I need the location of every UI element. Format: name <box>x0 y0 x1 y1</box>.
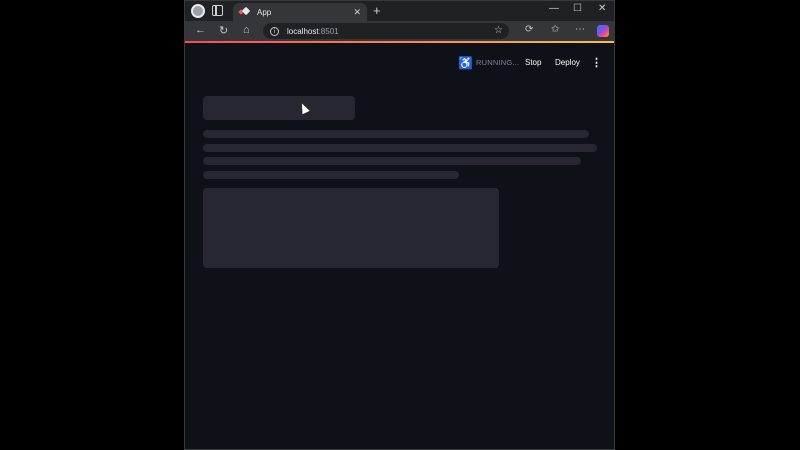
skeleton-line <box>203 171 459 179</box>
url-host: localhost <box>287 26 319 36</box>
favorites-icon[interactable]: ✩ <box>551 24 559 35</box>
skeleton-block <box>203 188 499 268</box>
running-man-icon: ♿ <box>458 56 473 70</box>
address-bar[interactable]: i localhost:8501 ☆ <box>263 23 509 39</box>
app-header: ♿ RUNNING... Stop Deploy ⋮ <box>185 43 614 83</box>
copilot-icon[interactable] <box>597 25 609 37</box>
tab-title: App <box>257 7 272 17</box>
tabs-icon[interactable] <box>212 5 223 16</box>
minimize-icon[interactable]: — <box>549 3 559 14</box>
window-close-icon[interactable]: ✕ <box>598 3 606 14</box>
reload-icon[interactable]: ↻ <box>219 24 228 37</box>
maximize-icon[interactable]: ☐ <box>573 3 582 14</box>
browser-toolbar: ← ↻ ⌂ i localhost:8501 ☆ ⟳ ✩ ⋯ <box>185 21 614 41</box>
tab-app[interactable]: App ✕ <box>233 3 367 21</box>
skeleton-button <box>203 96 355 120</box>
new-tab-icon[interactable]: + <box>373 3 381 18</box>
skeleton-line <box>203 130 589 138</box>
profile-icon[interactable] <box>191 4 205 18</box>
stop-button[interactable]: Stop <box>525 58 541 67</box>
browser-window: App ✕ + — ☐ ✕ ← ↻ ⌂ i localhost:8501 ☆ ⟳… <box>184 0 615 450</box>
extensions-icon[interactable]: ⟳ <box>525 24 533 35</box>
home-icon[interactable]: ⌂ <box>243 24 250 36</box>
url-port: :8501 <box>318 26 339 36</box>
title-bar: App ✕ + — ☐ ✕ <box>185 1 614 21</box>
more-icon[interactable]: ⋯ <box>575 24 585 35</box>
back-icon[interactable]: ← <box>195 24 206 36</box>
deploy-button[interactable]: Deploy <box>555 58 580 67</box>
skeleton-line <box>203 157 581 165</box>
menu-icon[interactable]: ⋮ <box>591 56 602 69</box>
info-icon[interactable]: i <box>270 26 279 36</box>
star-icon[interactable]: ☆ <box>494 25 503 36</box>
running-status: RUNNING... <box>476 58 520 67</box>
skeleton-line <box>203 144 597 152</box>
close-icon[interactable]: ✕ <box>353 7 361 18</box>
streamlit-favicon-icon <box>239 8 249 16</box>
url-text: localhost:8501 <box>287 27 339 36</box>
